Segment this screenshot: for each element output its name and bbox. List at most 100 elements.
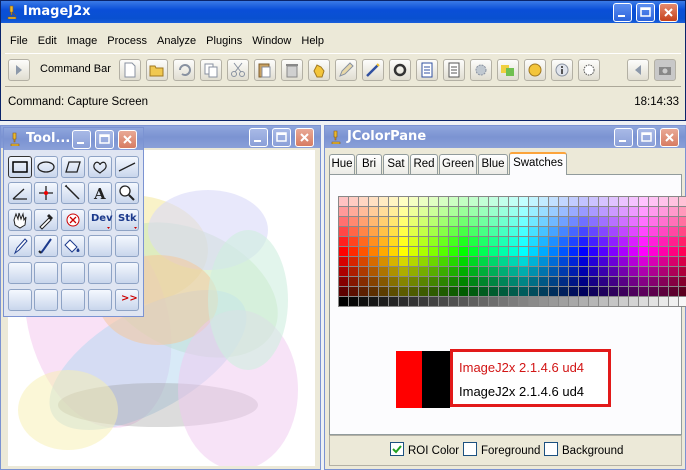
color-swatch[interactable] [399,247,408,256]
color-swatch[interactable] [589,207,598,216]
color-swatch[interactable] [469,227,478,236]
color-swatch[interactable] [409,267,418,276]
menu-edit[interactable]: Edit [33,31,62,51]
color-swatch[interactable] [389,197,398,206]
color-swatch[interactable] [659,297,668,306]
color-swatch[interactable] [579,197,588,206]
color-swatch[interactable] [409,287,418,296]
color-swatch[interactable] [439,297,448,306]
menu-process[interactable]: Process [102,31,152,51]
color-swatch[interactable] [409,247,418,256]
color-swatch[interactable] [529,227,538,236]
color-swatch[interactable] [549,227,558,236]
color-swatch[interactable] [409,277,418,286]
color-swatch[interactable] [429,297,438,306]
hand-tool-icon[interactable] [8,209,32,231]
color-swatch[interactable] [399,287,408,296]
color-swatch[interactable] [599,217,608,226]
color-swatch[interactable] [359,227,368,236]
dev-tool-button[interactable]: Dev [88,209,113,231]
color-swatch[interactable] [499,237,508,246]
color-swatch[interactable] [439,257,448,266]
checkbox-empty-icon[interactable] [463,442,477,456]
color-swatch[interactable] [449,287,458,296]
color-swatch[interactable] [529,267,538,276]
color-swatch[interactable] [539,287,548,296]
color-swatch[interactable] [479,237,488,246]
color-swatch[interactable] [669,217,678,226]
color-swatch[interactable] [339,197,348,206]
color-preview-fg[interactable] [396,351,422,408]
color-swatch[interactable] [629,217,638,226]
menu-help[interactable]: Help [296,31,329,51]
color-swatch[interactable] [469,277,478,286]
color-swatch[interactable] [339,227,348,236]
color-swatch[interactable] [589,257,598,266]
color-swatch[interactable] [509,297,518,306]
color-swatch[interactable] [559,207,568,216]
paintbrush-tool-icon[interactable] [34,235,58,257]
color-swatch[interactable] [479,257,488,266]
color-swatch[interactable] [459,197,468,206]
color-swatch[interactable] [509,207,518,216]
color-swatch[interactable] [659,197,668,206]
color-swatch[interactable] [449,277,458,286]
color-swatch[interactable] [549,287,558,296]
color-swatch[interactable] [489,237,498,246]
image-close-button[interactable] [295,128,314,147]
color-swatch[interactable] [499,257,508,266]
color-swatch[interactable] [629,297,638,306]
close-button[interactable] [659,3,678,22]
paste-icon[interactable] [254,59,276,81]
color-swatch[interactable] [549,297,558,306]
color-swatch[interactable] [649,207,658,216]
color-swatch[interactable] [459,217,468,226]
color-swatch[interactable] [539,197,548,206]
color-swatch[interactable] [399,257,408,266]
color-swatch[interactable] [649,217,658,226]
color-swatch[interactable] [599,247,608,256]
color-swatch[interactable] [489,217,498,226]
color-swatch[interactable] [339,237,348,246]
color-swatch[interactable] [669,237,678,246]
color-swatch[interactable] [509,287,518,296]
color-swatch[interactable] [339,257,348,266]
color-swatch[interactable] [619,227,628,236]
color-swatch[interactable] [539,267,548,276]
color-swatch[interactable] [339,277,348,286]
color-swatch[interactable] [339,207,348,216]
color-swatch[interactable] [609,297,618,306]
color-swatch[interactable] [379,277,388,286]
settings-icon[interactable] [470,59,492,81]
color-swatch[interactable] [379,287,388,296]
color-swatch[interactable] [679,217,686,226]
color-swatch[interactable] [569,207,578,216]
color-swatch[interactable] [629,237,638,246]
color-swatch[interactable] [489,287,498,296]
tab-blue[interactable]: Blue [478,154,508,174]
color-swatch[interactable] [399,197,408,206]
color-swatch[interactable] [369,297,378,306]
oval-tool-icon[interactable] [34,156,58,178]
color-swatch[interactable] [359,267,368,276]
color-swatch[interactable] [609,277,618,286]
color-swatch[interactable] [489,297,498,306]
color-swatch[interactable] [629,277,638,286]
color-swatch[interactable] [379,227,388,236]
color-swatch[interactable] [559,267,568,276]
color-swatch[interactable] [589,287,598,296]
color-swatch[interactable] [439,217,448,226]
roi-color-checkbox[interactable]: ROI Color [390,442,459,457]
color-swatch[interactable] [469,297,478,306]
color-swatch[interactable] [579,207,588,216]
color-swatch[interactable] [529,297,538,306]
color-swatch[interactable] [679,257,686,266]
color-swatch[interactable] [579,227,588,236]
color-swatch[interactable] [349,267,358,276]
color-swatch[interactable] [509,237,518,246]
color-swatch[interactable] [639,227,648,236]
palette-icon[interactable] [497,59,519,81]
color-swatch[interactable] [569,267,578,276]
color-swatch[interactable] [389,267,398,276]
color-swatch[interactable] [649,247,658,256]
